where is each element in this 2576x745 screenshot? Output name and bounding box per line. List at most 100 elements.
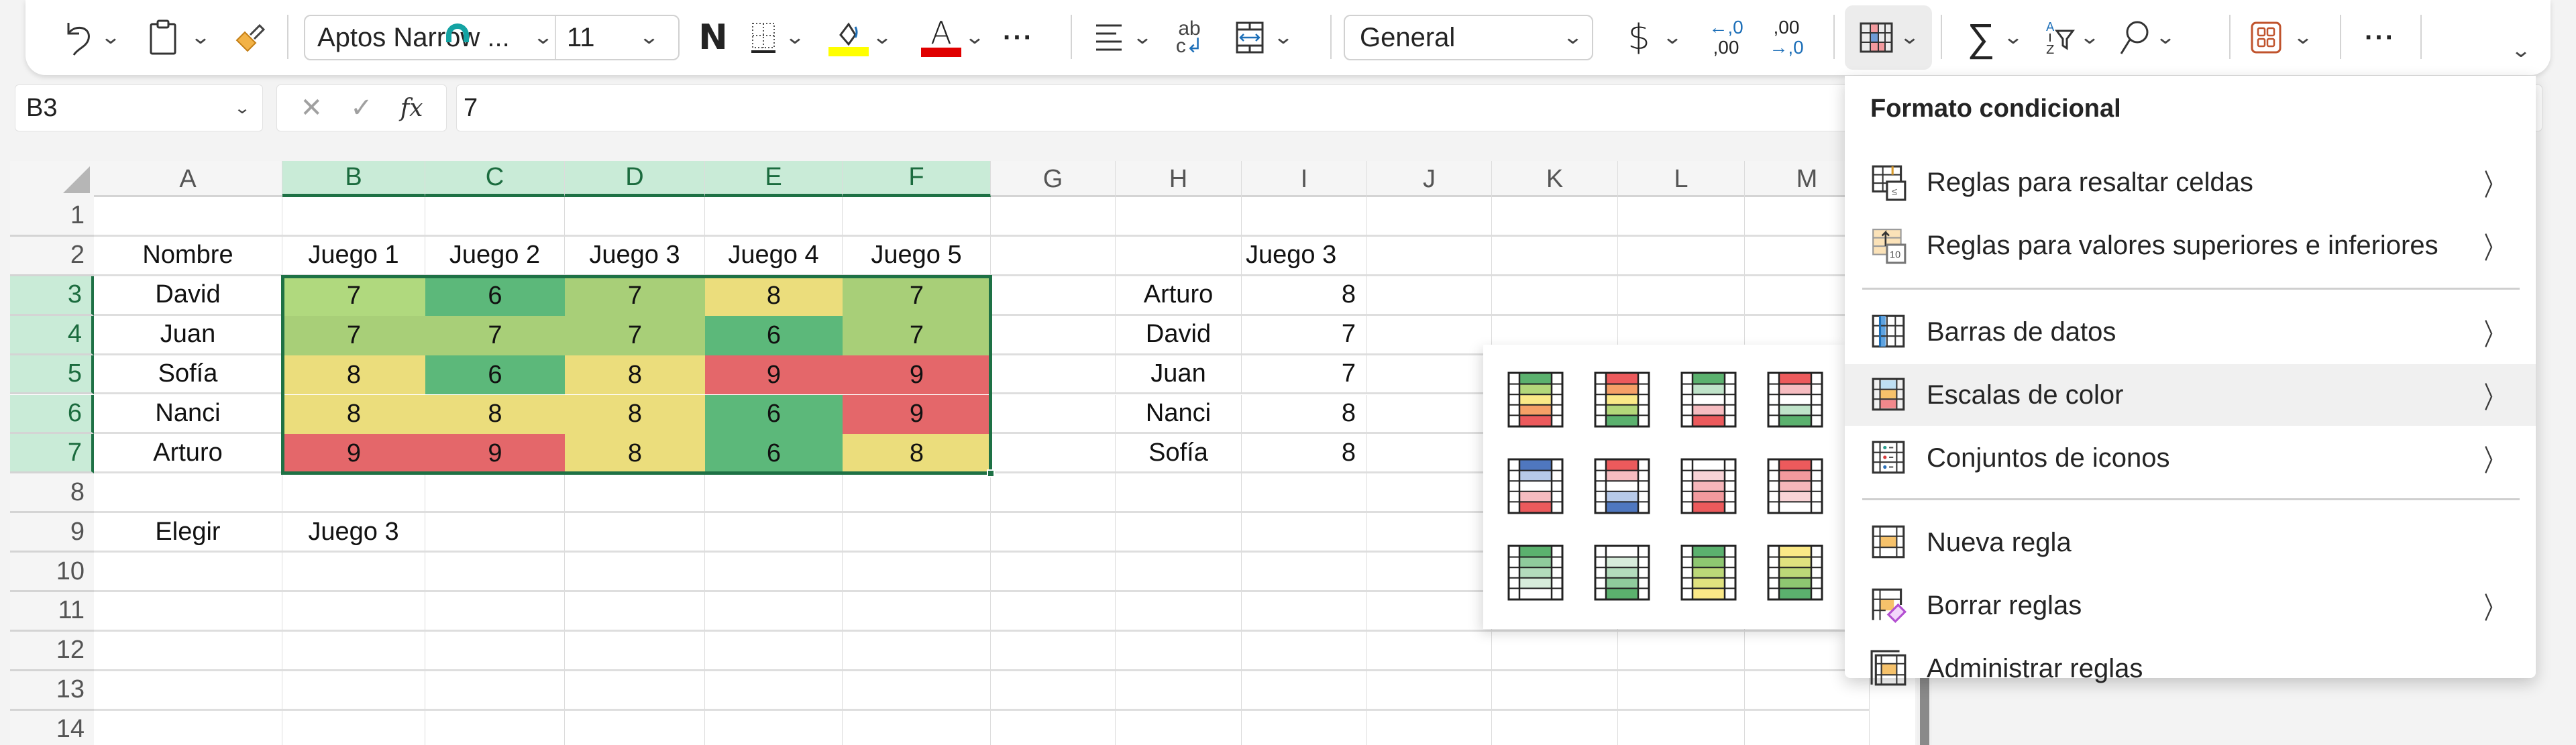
cell[interactable] (1116, 592, 1242, 632)
cell[interactable] (1492, 710, 1618, 745)
color-scale-red-yellow-green[interactable] (1594, 371, 1650, 428)
cell[interactable] (1242, 553, 1367, 592)
score-cell[interactable]: 9 (425, 434, 565, 474)
color-scale-green-yellow[interactable] (1680, 545, 1737, 601)
cell[interactable] (1367, 671, 1492, 711)
row-header-9[interactable]: 9 (10, 513, 94, 553)
cell[interactable] (282, 710, 425, 745)
cell[interactable] (991, 671, 1116, 711)
font-size-chevron-icon[interactable]: ⌄ (639, 27, 659, 48)
number-format-select[interactable]: General ⌄ (1344, 15, 1593, 60)
cell[interactable] (565, 553, 705, 592)
cell[interactable] (991, 315, 1116, 355)
increase-decimal-button[interactable]: ←,0 ,00 (1703, 0, 1750, 75)
cell[interactable] (705, 631, 843, 671)
cell[interactable] (991, 631, 1116, 671)
cell[interactable] (94, 710, 282, 745)
cell[interactable] (991, 553, 1116, 592)
menu-item-administrar-reglas[interactable]: Administrar reglas (1845, 638, 2536, 699)
addins-dropdown-chevron-icon[interactable]: ⌄ (2290, 0, 2316, 75)
cell[interactable] (282, 631, 425, 671)
font-name-select[interactable]: Aptos Narrow ... (317, 16, 545, 59)
cell[interactable] (1367, 197, 1492, 237)
score-cell[interactable]: 6 (425, 355, 565, 395)
header-cell-juego[interactable]: Juego 1 (282, 236, 425, 276)
column-header-i[interactable]: I (1242, 161, 1367, 197)
color-scale-white-red[interactable] (1680, 458, 1737, 514)
cell[interactable] (991, 434, 1116, 474)
lookup-value-cell[interactable]: 7 (1242, 315, 1367, 355)
cell[interactable] (1618, 631, 1745, 671)
font-name-chevron-icon[interactable]: ⌄ (533, 27, 553, 48)
column-header-g[interactable]: G (991, 161, 1116, 197)
sort-filter-dropdown-chevron-icon[interactable]: ⌄ (2077, 0, 2102, 75)
find-dropdown-chevron-icon[interactable]: ⌄ (2153, 0, 2178, 75)
row-header-12[interactable]: 12 (10, 631, 94, 671)
score-cell[interactable]: 6 (425, 276, 565, 316)
cell[interactable] (991, 355, 1116, 395)
color-scale-green-white[interactable] (1507, 545, 1564, 601)
column-header-j[interactable]: J (1367, 161, 1492, 197)
score-cell[interactable]: 6 (705, 434, 843, 474)
paste-button[interactable] (140, 0, 186, 75)
cell[interactable] (1618, 236, 1745, 276)
cell[interactable] (843, 671, 991, 711)
elegir-value-cell[interactable]: Juego 3 (282, 513, 425, 553)
row-header-7[interactable]: 7 (10, 434, 94, 474)
header-cell-juego[interactable]: Juego 4 (705, 236, 843, 276)
score-cell[interactable]: 9 (282, 434, 425, 474)
cell[interactable] (565, 197, 705, 237)
borders-dropdown-chevron-icon[interactable]: ⌄ (782, 0, 808, 75)
menu-item-reglas-para-resaltar-celdas[interactable]: ≤ Reglas para resaltar celdas 〉 (1845, 152, 2536, 213)
cell[interactable] (1618, 197, 1745, 237)
name-box-chevron-icon[interactable]: ⌄ (233, 100, 250, 116)
cell[interactable] (1116, 631, 1242, 671)
cell[interactable] (1367, 592, 1492, 632)
cell[interactable] (991, 236, 1116, 276)
cell[interactable] (565, 473, 705, 514)
format-painter-button[interactable] (227, 0, 274, 75)
row-header-11[interactable]: 11 (10, 592, 94, 632)
score-cell[interactable]: 7 (425, 315, 565, 355)
cell[interactable] (1618, 276, 1745, 316)
lookup-value-cell[interactable]: 8 (1242, 276, 1367, 316)
borders-button[interactable] (740, 0, 787, 75)
lookup-name-cell[interactable]: Arturo (1116, 276, 1242, 316)
cell[interactable] (282, 592, 425, 632)
name-cell[interactable]: Sofía (94, 355, 282, 395)
score-cell[interactable]: 7 (282, 315, 425, 355)
cell[interactable] (425, 197, 565, 237)
row-header-13[interactable]: 13 (10, 671, 94, 711)
cell[interactable] (94, 197, 282, 237)
cell[interactable] (282, 553, 425, 592)
color-scale-blue-white-red[interactable] (1507, 458, 1564, 514)
decrease-decimal-button[interactable]: ,00 →,0 (1763, 0, 1810, 75)
menu-item-borrar-reglas[interactable]: Borrar reglas 〉 (1845, 575, 2536, 636)
cell[interactable] (1367, 236, 1492, 276)
cell[interactable] (991, 513, 1116, 553)
lookup-name-cell[interactable]: David (1116, 315, 1242, 355)
cell[interactable] (843, 631, 991, 671)
cell[interactable] (1367, 434, 1492, 474)
color-scale-green-yellow-red[interactable] (1507, 371, 1564, 428)
cell[interactable] (282, 671, 425, 711)
cell[interactable] (843, 473, 991, 514)
cell[interactable] (425, 710, 565, 745)
cell[interactable] (565, 710, 705, 745)
cell[interactable] (565, 671, 705, 711)
cell[interactable] (565, 592, 705, 632)
score-cell[interactable]: 8 (565, 434, 705, 474)
column-header-d[interactable]: D (565, 161, 705, 197)
cell[interactable] (282, 197, 425, 237)
name-cell[interactable]: Juan (94, 315, 282, 355)
score-cell[interactable]: 8 (425, 394, 565, 435)
lookup-header-cell[interactable]: Juego 3 (1242, 236, 1367, 276)
cell[interactable] (94, 473, 282, 514)
cell[interactable] (1492, 236, 1618, 276)
column-header-f[interactable]: F (843, 161, 991, 197)
select-all-button[interactable] (10, 161, 94, 197)
currency-dropdown-chevron-icon[interactable]: ⌄ (1660, 0, 1685, 75)
cell[interactable] (1492, 631, 1618, 671)
cell[interactable] (282, 473, 425, 514)
header-cell-juego[interactable]: Juego 5 (843, 236, 991, 276)
